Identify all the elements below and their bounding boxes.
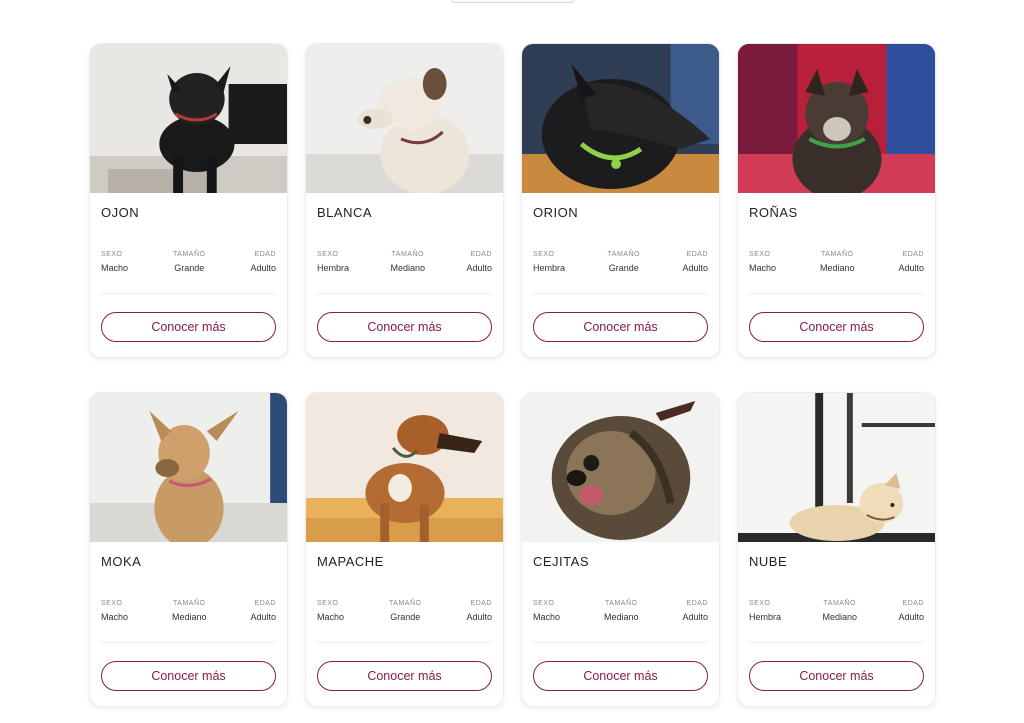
age-value: Adulto [898, 612, 924, 622]
age-value: Adulto [466, 263, 492, 273]
dog-name: ROÑAS [749, 205, 798, 220]
dog-name: MOKA [101, 554, 142, 569]
dog-name: BLANCA [317, 205, 373, 220]
age-value: Adulto [682, 612, 708, 622]
dog-photo [522, 393, 719, 542]
age-label: EDAD [902, 600, 924, 607]
sex-value: Macho [101, 612, 129, 622]
sex-label: SEXO [317, 251, 339, 258]
dog-photo [738, 393, 935, 542]
dog-photo [90, 393, 287, 542]
age-value: Adulto [682, 263, 708, 273]
sex-value: Macho [749, 263, 777, 273]
dog-card: BLANCA SEXO Hembra TAMAÑO Mediano EDAD Adul… [305, 43, 504, 358]
learn-more-button[interactable]: Conocer más [317, 312, 492, 342]
sex-value: Hembra [317, 263, 350, 273]
learn-more-button[interactable]: Conocer más [533, 661, 708, 691]
dog-name: CEJITAS [533, 554, 589, 569]
dog-card: ORION SEXO Hembra TAMAÑO Grande EDAD Adulto… [521, 43, 720, 358]
size-label: TAMAÑO [173, 251, 206, 258]
dog-card: NUBE SEXO Hembra TAMAÑO Mediano EDAD Adulto… [737, 392, 936, 707]
age-value: Adulto [250, 263, 276, 273]
sex-value: Macho [533, 612, 561, 622]
age-label: EDAD [254, 251, 276, 258]
age-label: EDAD [470, 600, 492, 607]
dog-attributes: SEXO Macho TAMAÑO Grande EDAD Adulto [317, 600, 492, 643]
size-label: TAMAÑO [391, 251, 424, 258]
age-value: Adulto [466, 612, 492, 622]
size-value: Grande [174, 263, 205, 273]
dog-attributes: SEXO Hembra TAMAÑO Mediano EDAD Adulto [317, 251, 492, 294]
age-label: EDAD [902, 251, 924, 258]
sex-value: Hembra [749, 612, 782, 622]
age-label: EDAD [254, 600, 276, 607]
top-pagination-pill [451, 0, 575, 3]
sex-label: SEXO [749, 251, 771, 258]
dog-card: OJON SEXO Macho TAMAÑO Grande EDAD Adulto C… [89, 43, 288, 358]
size-label: TAMAÑO [389, 600, 422, 607]
dog-name: OJON [101, 205, 140, 220]
dog-photo [306, 44, 503, 193]
dog-photo [738, 44, 935, 193]
sex-value: Macho [317, 612, 345, 622]
dog-attributes: SEXO Hembra TAMAÑO Mediano EDAD Adulto [749, 600, 924, 643]
dog-name: NUBE [749, 554, 788, 569]
dog-photo [90, 44, 287, 193]
age-label: EDAD [470, 251, 492, 258]
sex-label: SEXO [533, 600, 555, 607]
dog-attributes: SEXO Macho TAMAÑO Grande EDAD Adulto [101, 251, 276, 294]
dog-photo [522, 44, 719, 193]
age-label: EDAD [686, 600, 708, 607]
learn-more-button[interactable]: Conocer más [749, 312, 924, 342]
size-value: Mediano [819, 263, 855, 273]
size-label: TAMAÑO [605, 600, 638, 607]
size-label: TAMAÑO [173, 600, 206, 607]
size-value: Grande [390, 612, 421, 622]
size-value: Grande [608, 263, 639, 273]
learn-more-button[interactable]: Conocer más [317, 661, 492, 691]
dog-card: MAPACHE SEXO Macho TAMAÑO Grande EDAD Adult… [305, 392, 504, 707]
sex-label: SEXO [101, 251, 123, 258]
size-value: Mediano [603, 612, 639, 622]
size-value: Mediano [171, 612, 207, 622]
size-label: TAMAÑO [821, 251, 854, 258]
learn-more-button[interactable]: Conocer más [101, 312, 276, 342]
dog-card: MOKA SEXO Macho TAMAÑO Mediano EDAD Adulto … [89, 392, 288, 707]
learn-more-button[interactable]: Conocer más [749, 661, 924, 691]
dog-card-grid: OJON SEXO Macho TAMAÑO Grande EDAD Adulto C… [89, 43, 936, 707]
size-label: TAMAÑO [607, 251, 640, 258]
dog-photo [306, 393, 503, 542]
learn-more-button[interactable]: Conocer más [533, 312, 708, 342]
dog-card: CEJITAS SEXO Macho TAMAÑO Mediano EDAD Adul… [521, 392, 720, 707]
size-label: TAMAÑO [823, 600, 856, 607]
dog-name: ORION [533, 205, 579, 220]
dog-attributes: SEXO Macho TAMAÑO Mediano EDAD Adulto [533, 600, 708, 643]
sex-label: SEXO [317, 600, 339, 607]
size-value: Mediano [390, 263, 425, 273]
age-label: EDAD [686, 251, 708, 258]
size-value: Mediano [822, 612, 857, 622]
sex-value: Macho [101, 263, 129, 273]
age-value: Adulto [898, 263, 924, 273]
sex-label: SEXO [533, 251, 555, 258]
dog-attributes: SEXO Hembra TAMAÑO Grande EDAD Adulto [533, 251, 708, 294]
dog-card: ROÑAS SEXO Macho TAMAÑO Mediano EDAD Adulto… [737, 43, 936, 358]
dog-attributes: SEXO Macho TAMAÑO Mediano EDAD Adulto [101, 600, 276, 643]
dog-attributes: SEXO Macho TAMAÑO Mediano EDAD Adulto [749, 251, 924, 294]
sex-label: SEXO [101, 600, 123, 607]
sex-label: SEXO [749, 600, 771, 607]
sex-value: Hembra [533, 263, 566, 273]
age-value: Adulto [250, 612, 276, 622]
learn-more-button[interactable]: Conocer más [101, 661, 276, 691]
dog-name: MAPACHE [317, 554, 384, 569]
